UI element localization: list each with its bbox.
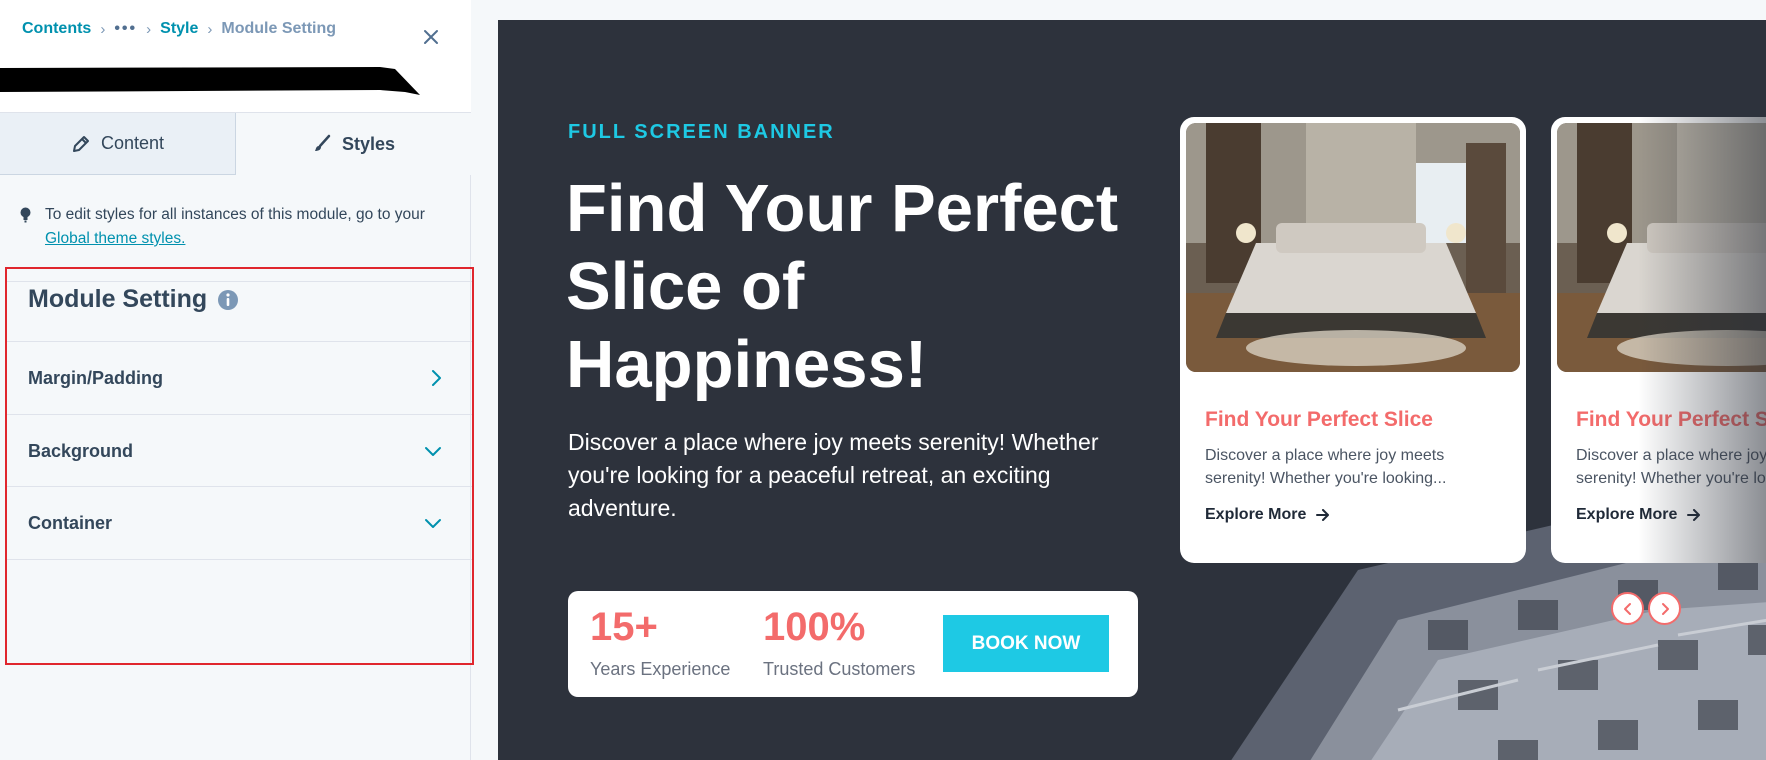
info-icon[interactable] bbox=[217, 289, 239, 311]
stat-customers-label: Trusted Customers bbox=[763, 659, 916, 679]
arrow-right-icon bbox=[1316, 509, 1330, 521]
divider bbox=[7, 281, 472, 282]
chevron-left-icon bbox=[1623, 602, 1631, 615]
slider-card: Find Your Perfect Slice Discover a place… bbox=[1180, 117, 1526, 563]
breadcrumb-style[interactable]: Style bbox=[160, 20, 198, 38]
stat-years-number: 15+ bbox=[590, 605, 658, 649]
stat-years-label: Years Experience bbox=[590, 659, 731, 679]
container-row[interactable]: Container bbox=[7, 486, 472, 559]
chevron-right-icon bbox=[1661, 602, 1669, 615]
lightbulb-icon bbox=[20, 207, 31, 223]
explore-more-label: Explore More bbox=[1205, 506, 1307, 523]
tab-content-label: Content bbox=[100, 133, 165, 153]
slider-prev-button[interactable] bbox=[1611, 592, 1644, 625]
panel-tabs: Content Styles bbox=[0, 113, 471, 175]
breadcrumb-separator-icon: › bbox=[146, 20, 152, 38]
module-setting-heading: Module Setting bbox=[28, 285, 239, 314]
breadcrumb-ellipsis[interactable]: ••• bbox=[114, 20, 137, 38]
banner-title: Find Your Perfect Slice of Happiness! bbox=[566, 171, 1119, 402]
card-title: Find Your Perfect Slice bbox=[1205, 408, 1433, 431]
breadcrumb-current: Module Setting bbox=[221, 20, 337, 37]
editor-panel: Contents › ••• › Style › Module Setting … bbox=[0, 0, 474, 760]
module-setting-title: Module Setting bbox=[28, 285, 208, 313]
slider-next-button[interactable] bbox=[1648, 592, 1681, 625]
card-text: Discover a place where joy meets serenit… bbox=[1205, 447, 1447, 487]
stat-years: 15+ Years Experience bbox=[590, 603, 730, 680]
tab-styles-label: Styles bbox=[341, 133, 396, 154]
background-label: Background bbox=[28, 440, 134, 461]
module-settings-section: Module Setting Margin/Padding Background… bbox=[5, 267, 474, 665]
breadcrumb-separator-icon: › bbox=[207, 20, 213, 38]
chevron-down-icon bbox=[425, 519, 441, 528]
container-label: Container bbox=[28, 512, 113, 533]
stat-customers: 100% Trusted Customers bbox=[763, 603, 915, 680]
bedroom-image bbox=[1186, 123, 1520, 372]
margin-padding-row[interactable]: Margin/Padding bbox=[7, 341, 472, 414]
breadcrumb: Contents › ••• › Style › Module Setting bbox=[22, 20, 336, 38]
pencil-icon bbox=[72, 135, 89, 152]
brush-icon bbox=[314, 134, 331, 151]
hint-text: To edit styles for all instances of this… bbox=[45, 203, 440, 251]
breadcrumb-separator-icon: › bbox=[100, 20, 106, 38]
chevron-down-icon bbox=[425, 447, 441, 456]
panel-header: Contents › ••• › Style › Module Setting bbox=[0, 0, 471, 113]
hint-body: To edit styles for all instances of this… bbox=[45, 206, 425, 223]
margin-padding-label: Margin/Padding bbox=[28, 367, 163, 388]
global-theme-styles-link[interactable]: Global theme styles. bbox=[45, 230, 185, 247]
banner-eyebrow: FULL SCREEN BANNER bbox=[568, 121, 835, 143]
banner-preview: FULL SCREEN BANNER Find Your Perfect Sli… bbox=[498, 20, 1766, 760]
breadcrumb-contents[interactable]: Contents bbox=[22, 20, 91, 38]
slider-fade-overlay bbox=[1638, 117, 1766, 563]
divider bbox=[7, 559, 472, 560]
redacted-title bbox=[0, 67, 420, 95]
background-row[interactable]: Background bbox=[7, 414, 472, 487]
stat-customers-number: 100% bbox=[763, 605, 866, 649]
book-now-button[interactable]: BOOK NOW bbox=[943, 615, 1109, 672]
tab-content[interactable]: Content bbox=[0, 113, 236, 175]
chevron-right-icon bbox=[432, 370, 441, 386]
explore-more-link[interactable]: Explore More bbox=[1205, 506, 1330, 524]
stats-bar: 15+ Years Experience 100% Trusted Custom… bbox=[568, 591, 1138, 697]
close-icon[interactable] bbox=[420, 26, 442, 48]
tab-styles[interactable]: Styles bbox=[236, 113, 471, 175]
global-styles-hint: To edit styles for all instances of this… bbox=[20, 203, 440, 251]
banner-description: Discover a place where joy meets serenit… bbox=[568, 429, 1099, 521]
